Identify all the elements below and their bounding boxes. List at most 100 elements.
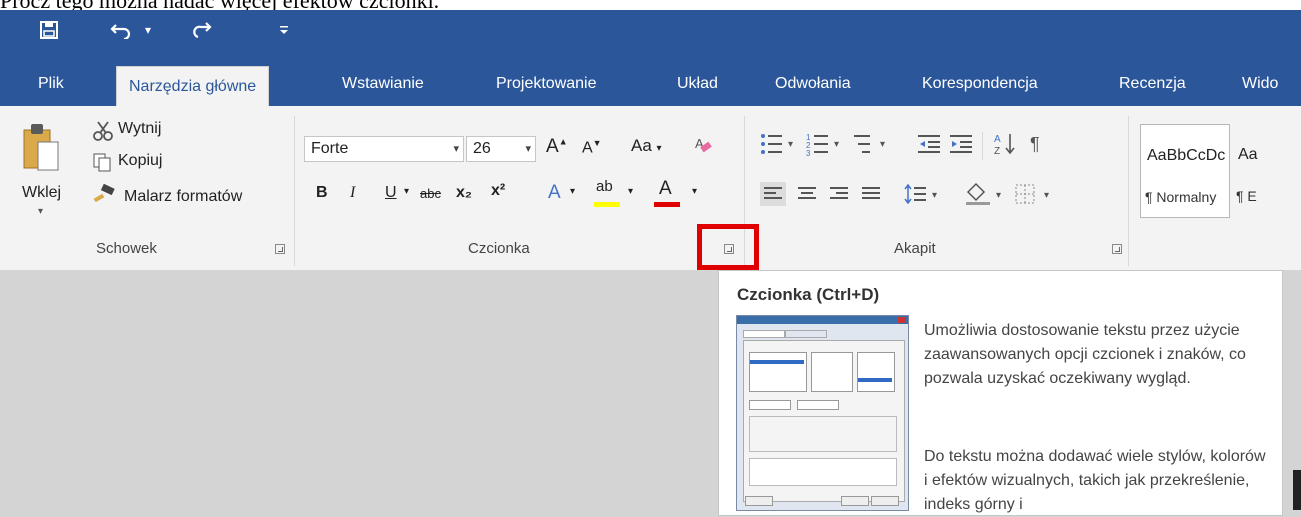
tooltip-description-2: Do tekstu można dodawać wiele stylów, ko… xyxy=(924,448,1266,513)
svg-text:Z: Z xyxy=(994,146,1000,156)
paragraph-group-label: Akapit xyxy=(894,240,936,257)
window-edge xyxy=(1293,470,1301,510)
clipboard-group-label: Schowek xyxy=(96,240,157,257)
customize-qat-icon[interactable] xyxy=(276,10,292,50)
justify-icon[interactable] xyxy=(858,182,884,211)
underline-dropdown-icon[interactable]: ▾ xyxy=(404,186,409,197)
sort-icon[interactable]: AZ xyxy=(994,132,1018,161)
font-dialog-preview-image xyxy=(736,315,909,511)
increase-indent-icon[interactable] xyxy=(950,134,974,159)
style-normal[interactable]: AaBbCcDc ¶ Normalny xyxy=(1140,124,1230,218)
align-center-icon[interactable] xyxy=(794,182,820,211)
numbering-icon[interactable]: 1 2 3 ▾ xyxy=(806,132,844,161)
svg-text:▾: ▾ xyxy=(932,190,937,201)
undo-icon[interactable] xyxy=(108,10,134,50)
svg-text:▾: ▾ xyxy=(996,190,1001,201)
bold-button[interactable]: B xyxy=(316,184,328,202)
paste-button[interactable]: Wklej xyxy=(22,184,61,202)
format-painter-icon xyxy=(92,183,116,211)
text-effects-dropdown-icon[interactable]: ▾ xyxy=(570,186,575,197)
bullets-icon[interactable]: ▾ xyxy=(760,132,798,161)
copy-icon xyxy=(92,152,112,177)
annotation-highlight-box xyxy=(697,224,759,270)
cut-icon xyxy=(92,120,114,147)
toolbar-separator xyxy=(982,132,983,160)
highlight-dropdown-icon[interactable]: ▾ xyxy=(628,186,633,197)
tooltip-description-1: Umożliwia dostosowanie tekstu przez użyc… xyxy=(924,322,1246,387)
clipboard-dialog-launcher[interactable] xyxy=(275,244,285,254)
tab-wstawianie[interactable]: Wstawianie xyxy=(342,64,424,106)
svg-text:▾: ▾ xyxy=(880,139,885,150)
tab-plik[interactable]: Plik xyxy=(38,64,64,106)
italic-button[interactable]: I xyxy=(350,184,355,202)
document-text: Prócz tego można nadać więcej efektów cz… xyxy=(0,0,439,10)
group-separator xyxy=(294,116,295,266)
highlight-button[interactable]: ab xyxy=(596,178,613,195)
svg-text:A: A xyxy=(994,134,1001,145)
tab-widok[interactable]: Wido xyxy=(1242,64,1278,106)
paste-icon[interactable] xyxy=(22,120,60,177)
style-name-label: ¶ E xyxy=(1236,188,1257,204)
highlight-color-bar xyxy=(594,202,620,207)
line-spacing-icon[interactable]: ▾ xyxy=(904,182,944,211)
group-separator xyxy=(1128,116,1129,266)
style-heading[interactable]: Aa ¶ E xyxy=(1232,124,1301,218)
redo-icon[interactable] xyxy=(190,10,216,50)
style-preview-text: AaBbCcDc xyxy=(1147,147,1226,164)
font-color-button[interactable]: A xyxy=(659,178,672,200)
format-painter-button[interactable]: Malarz formatów xyxy=(124,188,242,206)
strikethrough-button[interactable]: abc xyxy=(420,186,441,201)
tab-projektowanie[interactable]: Projektowanie xyxy=(496,64,597,106)
font-name-combo[interactable]: Forte ▾ xyxy=(304,136,464,162)
undo-dropdown-icon[interactable]: ▾ xyxy=(140,10,156,50)
multilevel-list-icon[interactable]: ▾ xyxy=(852,132,890,161)
save-icon[interactable] xyxy=(34,10,64,50)
ribbon-tabs: Plik Narzędzia główne Wstawianie Projekt… xyxy=(0,50,1301,107)
document-text-strip: Prócz tego można nadać więcej efektów cz… xyxy=(0,0,1301,10)
text-effects-button[interactable]: A xyxy=(548,182,561,204)
shading-icon[interactable]: ▾ xyxy=(964,182,1008,211)
chevron-down-icon[interactable]: ▾ xyxy=(525,137,531,161)
paragraph-dialog-launcher[interactable] xyxy=(1112,244,1122,254)
change-case-button[interactable]: Aa ▾ xyxy=(631,136,662,156)
show-formatting-marks-icon[interactable]: ¶ xyxy=(1030,134,1040,155)
copy-button[interactable]: Kopiuj xyxy=(118,152,162,170)
svg-text:▾: ▾ xyxy=(1044,190,1049,201)
tooltip-title: Czcionka (Ctrl+D) xyxy=(737,285,880,304)
shrink-font-button[interactable]: A▼ xyxy=(582,138,602,157)
superscript-button[interactable]: x² xyxy=(491,182,505,200)
cut-button[interactable]: Wytnij xyxy=(118,120,161,138)
title-bar: ▾ xyxy=(0,10,1301,50)
underline-button[interactable]: U xyxy=(385,184,397,202)
clear-formatting-icon[interactable]: A xyxy=(693,134,713,163)
align-right-icon[interactable] xyxy=(826,182,852,211)
tab-uklad[interactable]: Układ xyxy=(677,64,718,106)
style-name-label: ¶ Normalny xyxy=(1145,189,1217,205)
align-left-icon[interactable] xyxy=(760,182,786,211)
font-dialog-tooltip: Czcionka (Ctrl+D) Umożliwia dostosowanie… xyxy=(718,270,1283,516)
font-size-value: 26 xyxy=(473,140,491,157)
chevron-down-icon[interactable]: ▾ xyxy=(453,137,459,161)
decrease-indent-icon[interactable] xyxy=(918,134,942,159)
font-group-label: Czcionka xyxy=(468,240,530,257)
tab-narzedzia-glowne[interactable]: Narzędzia główne xyxy=(116,66,270,107)
borders-icon[interactable]: ▾ xyxy=(1014,182,1058,211)
tab-odwolania[interactable]: Odwołania xyxy=(775,64,851,106)
svg-text:▾: ▾ xyxy=(788,139,793,150)
font-size-combo[interactable]: 26 ▾ xyxy=(466,136,536,162)
paste-dropdown-icon[interactable]: ▾ xyxy=(38,206,43,217)
font-color-dropdown-icon[interactable]: ▾ xyxy=(692,186,697,197)
subscript-button[interactable]: x₂ xyxy=(456,184,472,202)
svg-text:▾: ▾ xyxy=(834,139,839,150)
style-preview-text: Aa xyxy=(1238,146,1258,163)
shrink-font-icon: A xyxy=(582,139,593,157)
font-name-value: Forte xyxy=(311,140,349,157)
font-color-icon: A xyxy=(659,178,672,199)
tab-korespondencja[interactable]: Korespondencja xyxy=(922,64,1038,106)
grow-font-icon: A xyxy=(546,136,559,157)
tab-recenzja[interactable]: Recenzja xyxy=(1119,64,1186,106)
change-case-label: Aa xyxy=(631,136,652,155)
highlighter-icon: ab xyxy=(596,178,613,195)
svg-text:3: 3 xyxy=(806,149,811,156)
grow-font-button[interactable]: A▲ xyxy=(546,136,568,158)
